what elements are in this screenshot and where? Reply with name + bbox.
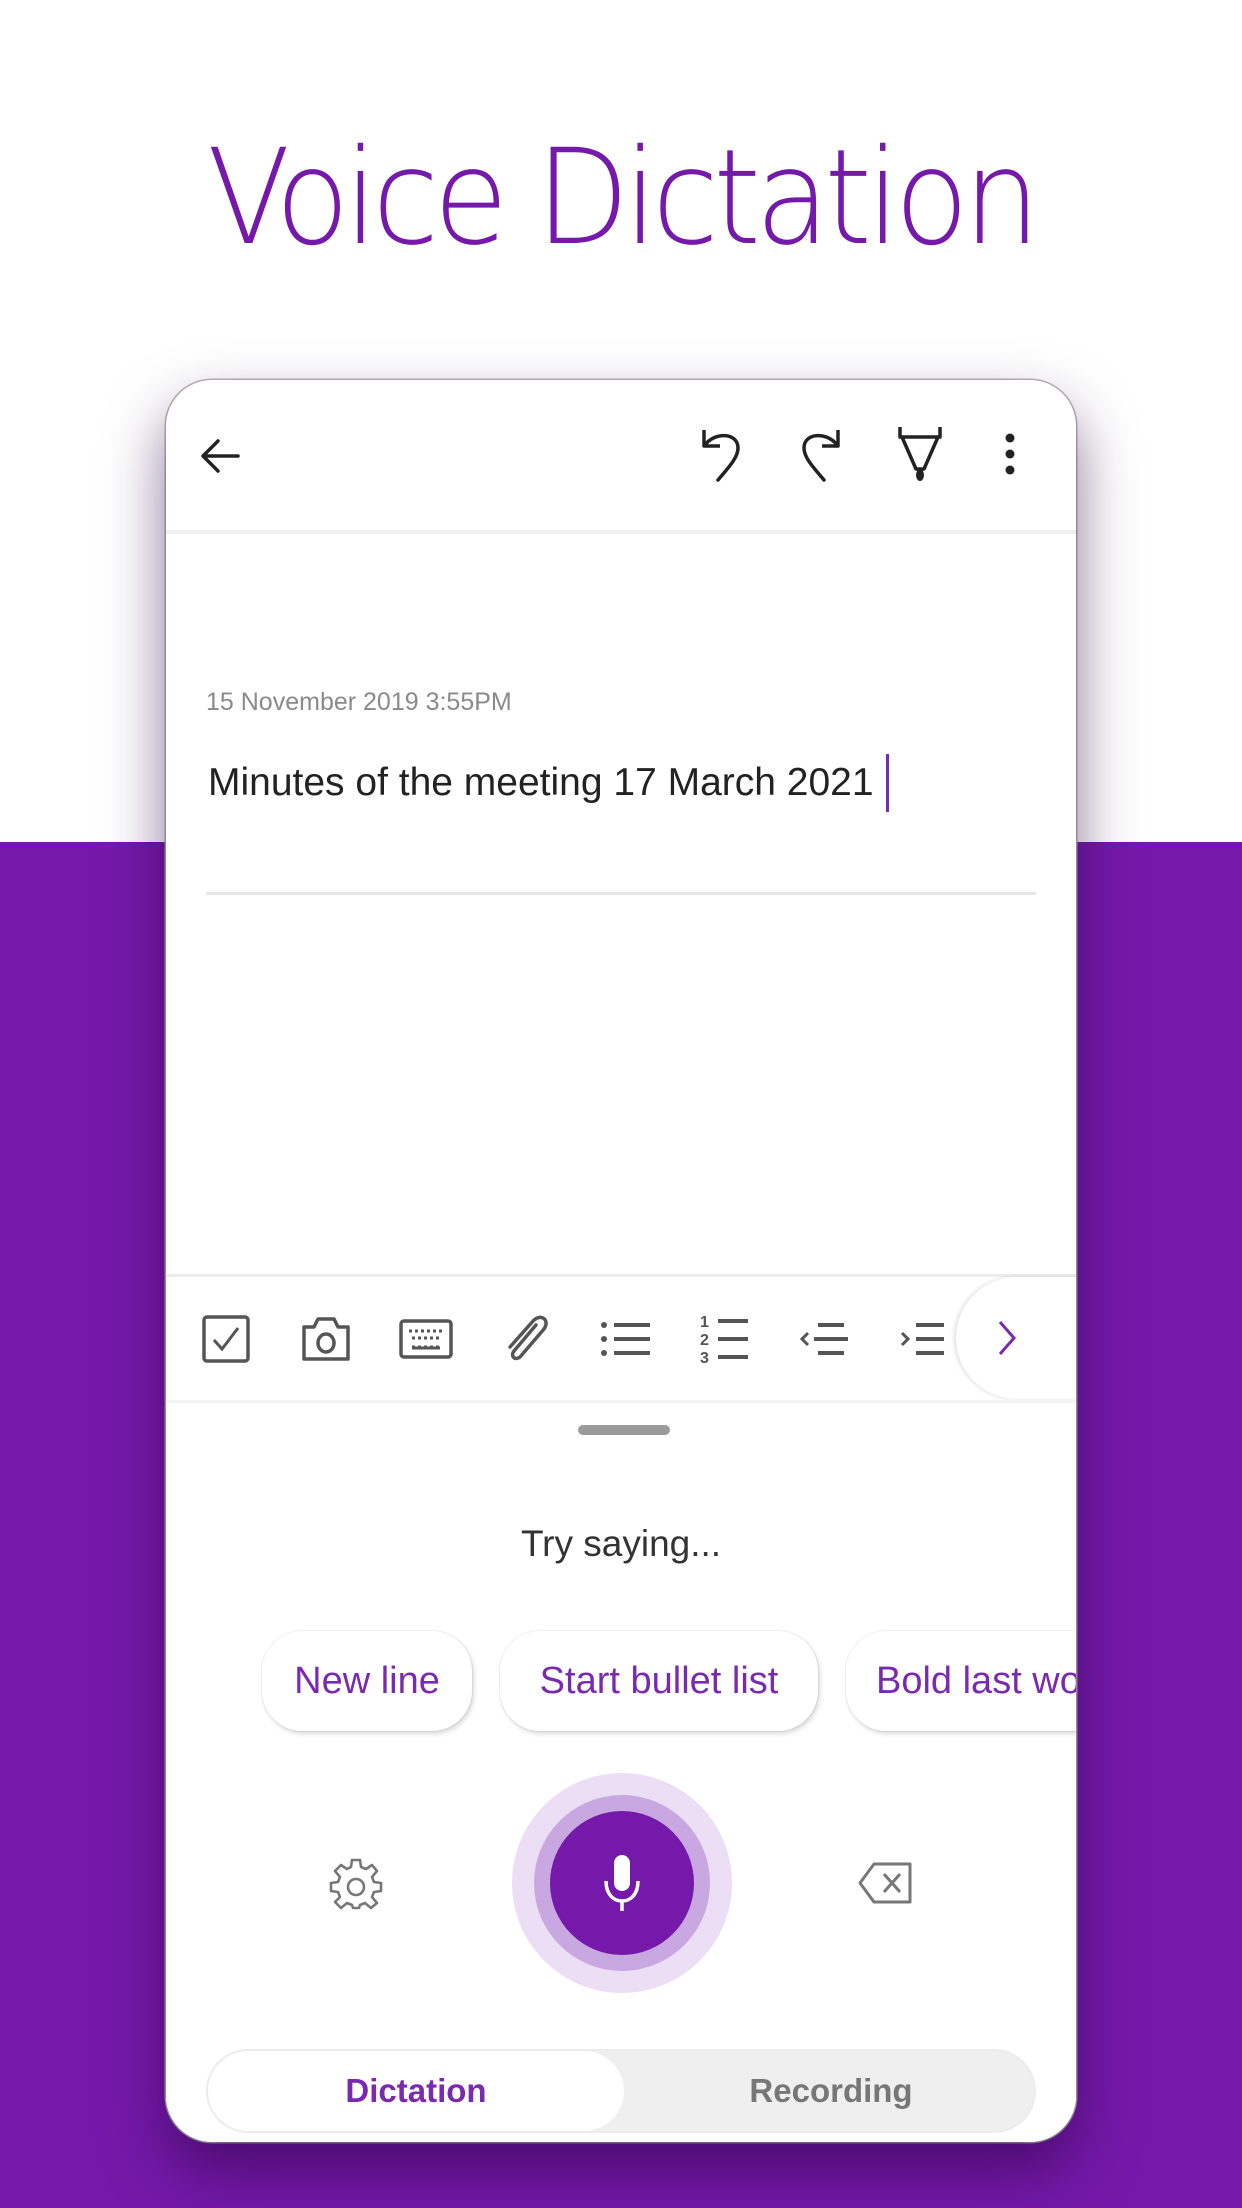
- numbered-list-icon: 1 2 3: [700, 1314, 748, 1367]
- suggestion-chip[interactable]: Start bullet list: [500, 1631, 818, 1731]
- tab-recording[interactable]: Recording: [624, 2051, 1038, 2131]
- mode-toggle: Dictation Recording: [206, 2049, 1036, 2133]
- undo-icon: [702, 430, 740, 482]
- microphone-icon: [604, 1855, 640, 1911]
- mic-inner-ring: [534, 1795, 710, 1971]
- more-tools-button[interactable]: [956, 1277, 1076, 1399]
- note-title-divider: [206, 892, 1036, 895]
- try-saying-label: Try saying...: [520, 1523, 722, 1564]
- undo-button[interactable]: [686, 418, 758, 490]
- more-vertical-icon: [1005, 433, 1015, 475]
- redo-icon: [802, 430, 840, 482]
- note-body-text: Minutes of the meeting 17 March 2021: [208, 761, 874, 804]
- indent-icon: [900, 1323, 944, 1355]
- bullet-list-tool-button[interactable]: [590, 1303, 662, 1375]
- redo-button[interactable]: [784, 418, 856, 490]
- pen-icon: [898, 427, 942, 481]
- chevron-right-icon: [998, 1321, 1016, 1355]
- mic-pulse-ring: [512, 1773, 732, 1993]
- app-top-bar: [166, 380, 1076, 534]
- bullet-list-icon: [601, 1322, 650, 1356]
- camera-icon: [302, 1317, 350, 1361]
- paperclip-icon: [508, 1315, 548, 1361]
- draw-button[interactable]: [884, 418, 956, 490]
- text-cursor: [885, 754, 889, 812]
- outdent-icon: [799, 1323, 848, 1355]
- note-timestamp: 15 November 2019 3:55PM: [206, 688, 512, 716]
- camera-tool-button[interactable]: [290, 1303, 362, 1375]
- keyboard-tool-button[interactable]: [390, 1303, 462, 1375]
- indent-tool-button[interactable]: [890, 1303, 962, 1375]
- svg-text:3: 3: [700, 1350, 709, 1367]
- numbered-list-tool-button[interactable]: 1 2 3: [690, 1303, 762, 1375]
- checkbox-tool-button[interactable]: [190, 1303, 262, 1375]
- suggestion-chip[interactable]: Bold last wo: [846, 1631, 1076, 1731]
- keyboard-icon: [399, 1319, 453, 1359]
- arrow-left-icon: [201, 439, 240, 473]
- gear-icon: [329, 1858, 383, 1910]
- attach-tool-button[interactable]: [490, 1303, 562, 1375]
- tab-dictation[interactable]: Dictation: [208, 2051, 624, 2131]
- hero-title: Voice Dictation: [207, 121, 1040, 275]
- panel-drag-handle[interactable]: [578, 1425, 670, 1435]
- svg-text:1: 1: [700, 1314, 709, 1331]
- suggestion-chips: New line Start bullet list Bold last wo: [166, 1631, 1076, 1741]
- dictation-controls: [166, 1773, 1076, 2013]
- backspace-icon: [858, 1862, 912, 1904]
- more-options-button[interactable]: [974, 418, 1046, 490]
- outdent-tool-button[interactable]: [790, 1303, 862, 1375]
- suggestion-chip[interactable]: New line: [262, 1631, 472, 1731]
- formatting-toolbar: 1 2 3: [166, 1274, 1076, 1401]
- back-button[interactable]: [184, 420, 256, 492]
- svg-text:2: 2: [700, 1332, 709, 1349]
- dictation-panel: Try saying... New line Start bullet list…: [166, 1400, 1076, 2142]
- dictation-settings-button[interactable]: [320, 1847, 392, 1919]
- checkbox-icon: [202, 1315, 250, 1363]
- delete-button[interactable]: [850, 1847, 922, 1919]
- note-body[interactable]: Minutes of the meeting 17 March 2021: [208, 754, 889, 812]
- microphone-button[interactable]: [550, 1811, 694, 1955]
- phone-frame: 15 November 2019 3:55PM Minutes of the m…: [166, 380, 1076, 2142]
